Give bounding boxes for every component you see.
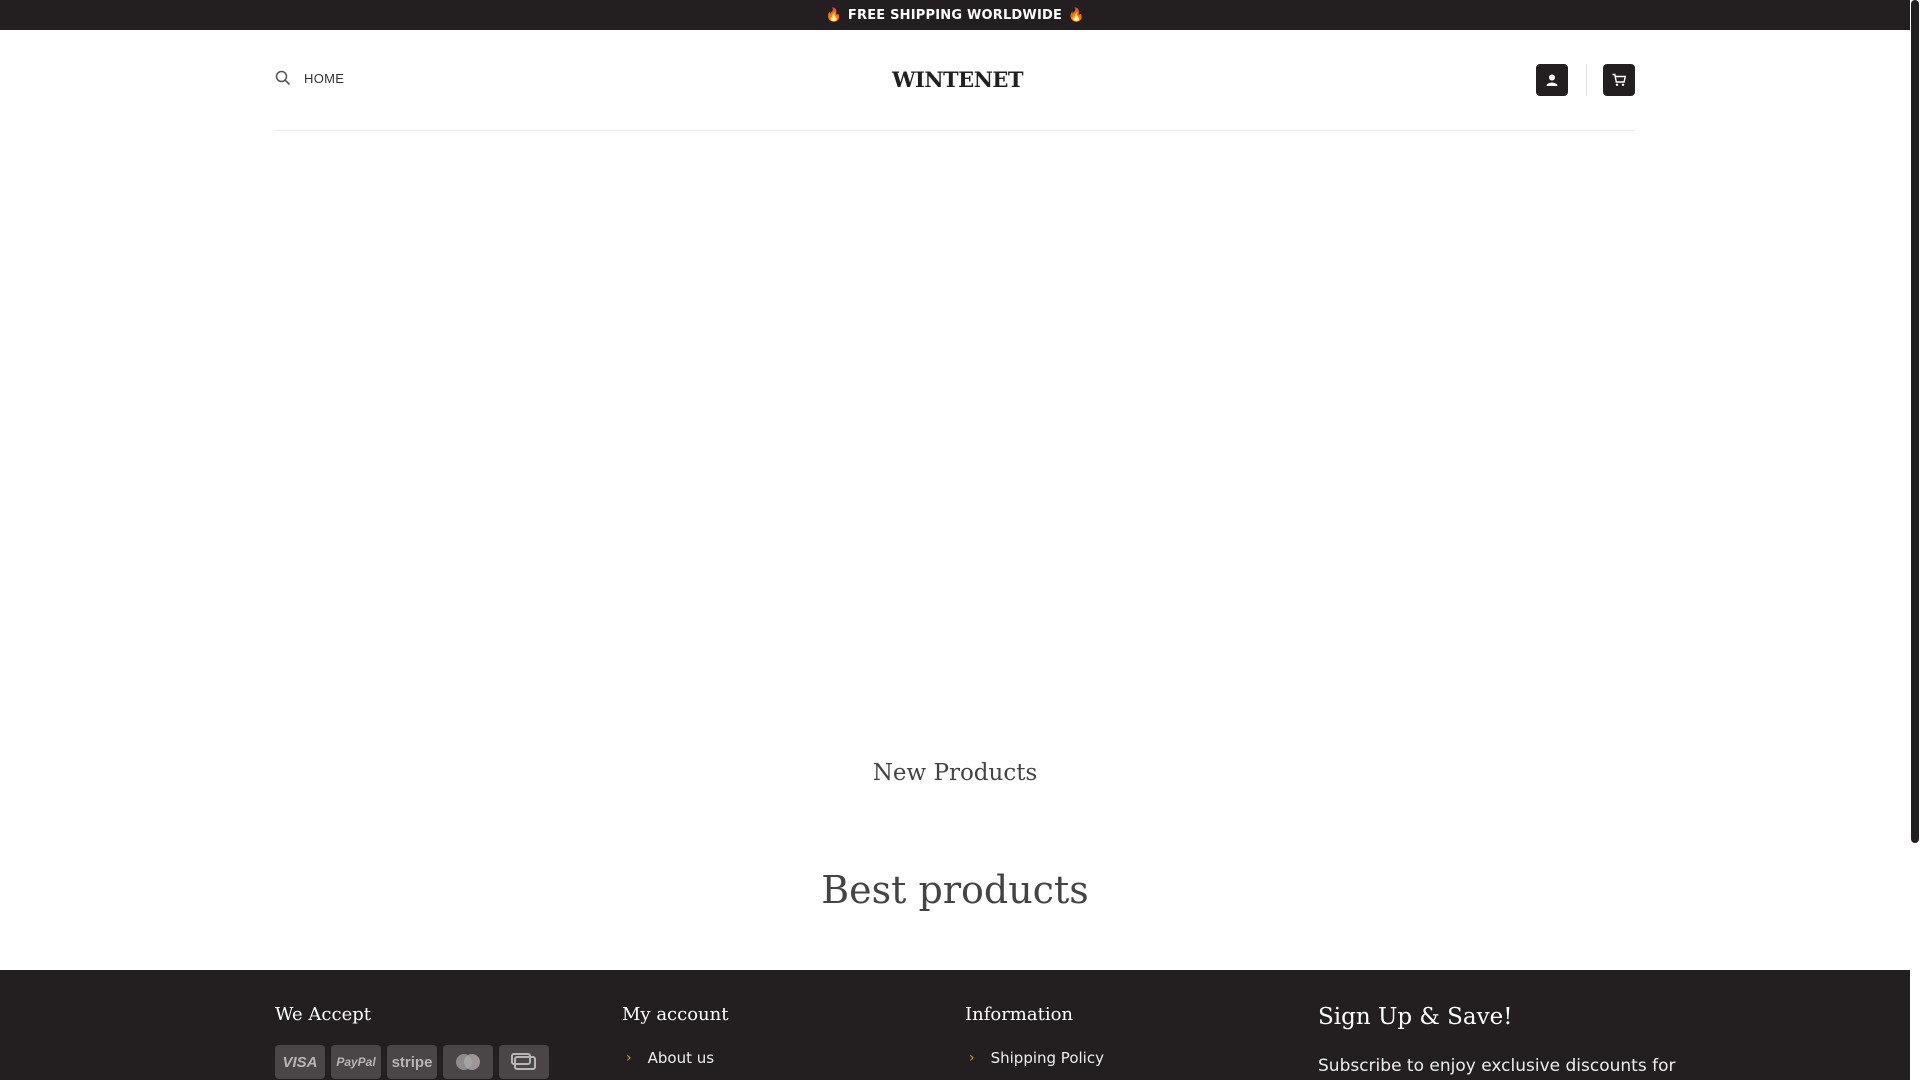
visa-icon: VISA	[275, 1045, 325, 1079]
announcement-text: FREE SHIPPING WORLDWIDE	[847, 7, 1063, 23]
site-logo[interactable]: WINTENET	[890, 67, 1025, 92]
chevron-right-icon: ›	[969, 1050, 975, 1066]
account-button[interactable]	[1536, 64, 1568, 96]
footer-link-shipping-policy[interactable]: › Shipping Policy	[965, 1049, 1104, 1067]
my-account-title: My account	[622, 1004, 729, 1025]
footer-link-label: About us	[647, 1049, 715, 1067]
search-icon[interactable]	[275, 70, 291, 86]
signup-description: Subscribe to enjoy exclusive discounts f…	[1318, 1056, 1676, 1076]
signup-title: Sign Up & Save!	[1318, 1004, 1513, 1030]
chevron-right-icon: ›	[626, 1050, 632, 1066]
we-accept-title: We Accept	[275, 1004, 371, 1025]
site-footer: We Accept VISA PayPal stripe My account …	[0, 970, 1910, 1080]
fire-icon: 🔥	[1068, 7, 1085, 23]
page-scrollbar[interactable]	[1910, 0, 1920, 1080]
footer-link-about-us[interactable]: › About us	[622, 1049, 728, 1067]
nav-home-link[interactable]: HOME	[304, 71, 344, 86]
footer-my-account: My account › About us	[622, 1004, 728, 1067]
cart-icon	[1612, 73, 1626, 86]
user-icon	[1546, 74, 1558, 86]
header-actions	[1536, 64, 1635, 96]
paypal-icon: PayPal	[331, 1045, 381, 1079]
cart-button[interactable]	[1603, 64, 1635, 96]
payment-icons: VISA PayPal stripe	[275, 1045, 549, 1079]
header-nav: HOME	[275, 70, 344, 86]
footer-signup: Sign Up & Save! Subscribe to enjoy exclu…	[1318, 1004, 1675, 1076]
fire-icon: 🔥	[825, 7, 842, 23]
footer-information: Information › Shipping Policy	[965, 1004, 1104, 1067]
best-products-heading: Best products	[821, 868, 1089, 912]
footer-we-accept: We Accept VISA PayPal stripe	[275, 1004, 549, 1079]
header-divider	[1586, 64, 1587, 96]
information-title: Information	[965, 1004, 1074, 1025]
announcement-bar: 🔥 FREE SHIPPING WORLDWIDE 🔥	[0, 0, 1910, 30]
cash-icon	[499, 1045, 549, 1079]
scrollbar-thumb[interactable]	[1911, 0, 1919, 843]
stripe-icon: stripe	[387, 1045, 437, 1079]
new-products-heading: New Products	[872, 760, 1038, 786]
site-header: HOME WINTENET	[275, 30, 1635, 131]
mastercard-icon	[443, 1045, 493, 1079]
footer-link-label: Shipping Policy	[990, 1049, 1104, 1067]
